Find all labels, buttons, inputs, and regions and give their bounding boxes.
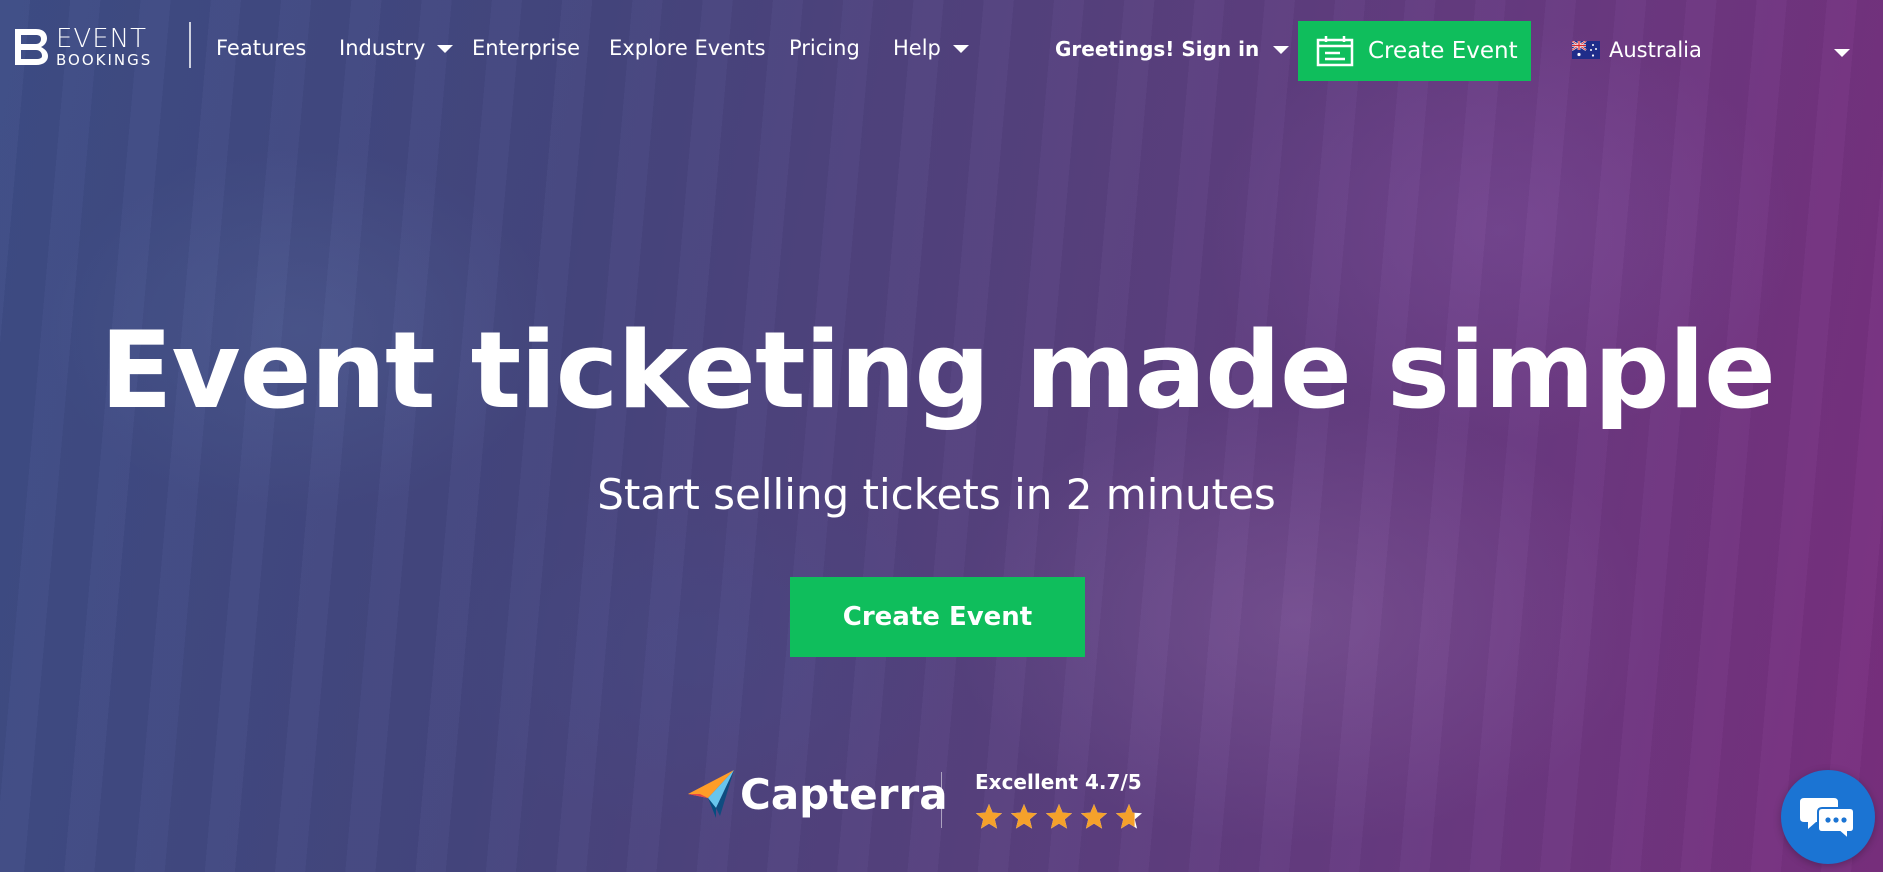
nav-features-label: Features <box>216 36 307 60</box>
australia-flag-icon <box>1572 41 1600 59</box>
country-selector[interactable]: Australia <box>1572 38 1702 62</box>
nav-features[interactable]: Features <box>216 36 306 60</box>
nav-enterprise[interactable]: Enterprise <box>472 36 580 60</box>
star-icon <box>1046 804 1072 829</box>
signin-dropdown[interactable]: Greetings! Sign in <box>1055 37 1290 61</box>
top-nav: EVENT BOOKINGS Features Industry Enterpr… <box>0 0 1883 100</box>
capterra-name: Capterra <box>740 769 948 819</box>
brand-line-1: EVENT <box>56 24 147 54</box>
star-icon <box>1081 804 1107 829</box>
create-event-nav-button[interactable]: Create Event <box>1298 21 1531 81</box>
nav-pricing[interactable]: Pricing <box>789 36 860 60</box>
logo-divider <box>189 22 191 68</box>
nav-explore-events-label: Explore Events <box>609 36 766 60</box>
nav-industry[interactable]: Industry <box>339 36 454 60</box>
nav-help-label: Help <box>893 36 941 60</box>
rating-stars <box>975 803 1143 831</box>
nav-enterprise-label: Enterprise <box>472 36 581 60</box>
rating-block: Excellent 4.7/5 <box>975 770 1143 831</box>
chevron-down-icon <box>952 45 969 53</box>
star-icon <box>1116 804 1142 829</box>
capterra-badge[interactable]: Capterra <box>686 768 948 820</box>
nav-pricing-label: Pricing <box>789 36 860 60</box>
brand-line-2: BOOKINGS <box>56 51 153 69</box>
nav-industry-label: Industry <box>339 36 426 60</box>
brand-logo[interactable]: EVENT BOOKINGS <box>12 26 152 68</box>
chevron-down-icon <box>1273 46 1290 54</box>
chat-bubbles-icon <box>1800 798 1855 840</box>
star-icon <box>1011 804 1037 829</box>
chevron-down-icon[interactable] <box>1834 49 1850 57</box>
brand-wordmark: EVENT BOOKINGS <box>56 26 152 68</box>
hero-title: Event ticketing made simple <box>100 309 1776 432</box>
star-icon <box>976 804 1002 829</box>
create-event-hero-button[interactable]: Create Event <box>790 577 1085 657</box>
review-divider <box>941 772 942 828</box>
page: EVENT BOOKINGS Features Industry Enterpr… <box>0 0 1883 872</box>
nav-explore-events[interactable]: Explore Events <box>609 36 766 60</box>
chat-launcher-button[interactable] <box>1781 770 1875 864</box>
create-event-nav-label: Create Event <box>1368 38 1518 64</box>
nav-help[interactable]: Help <box>893 36 969 60</box>
chevron-down-icon <box>437 45 454 53</box>
hero-subtitle: Start selling tickets in 2 minutes <box>597 470 1276 519</box>
capterra-logo-icon <box>688 770 734 818</box>
calendar-icon <box>1316 36 1354 67</box>
country-label: Australia <box>1609 38 1702 62</box>
rating-text: Excellent 4.7/5 <box>975 770 1142 794</box>
eb-logo-icon <box>15 29 48 65</box>
signin-label: Greetings! Sign in <box>1055 37 1260 61</box>
